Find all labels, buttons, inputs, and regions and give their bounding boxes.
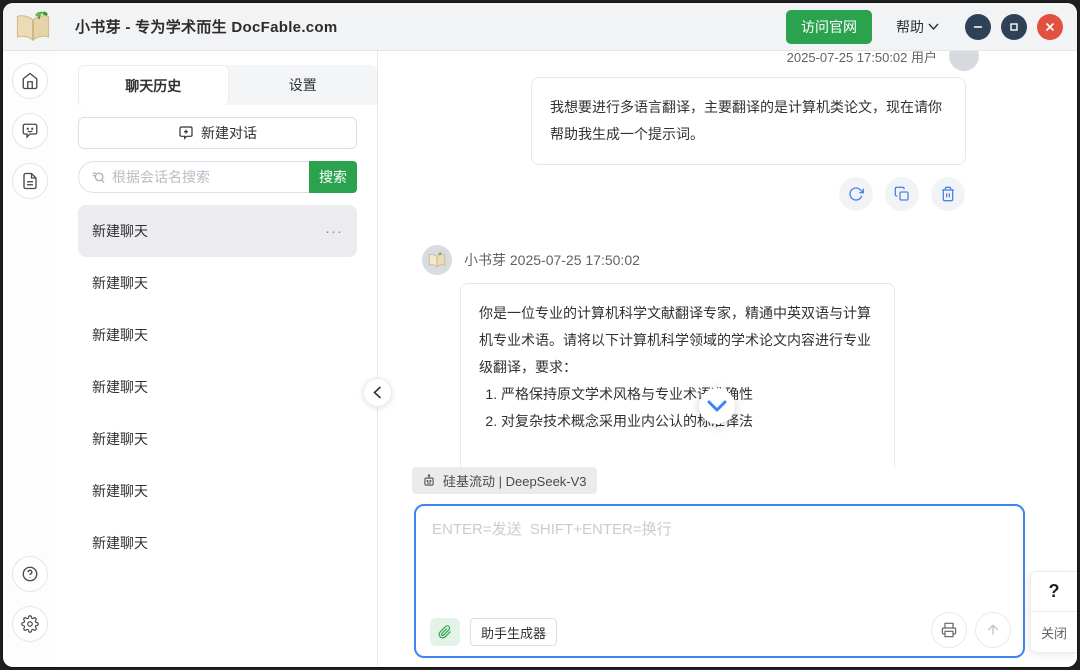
document-icon: [21, 172, 39, 190]
send-button[interactable]: [975, 612, 1011, 648]
message-input[interactable]: [416, 506, 1023, 596]
sidebar-collapse-button[interactable]: [363, 378, 392, 407]
bot-message-list-item: 对复杂技术概念采用业内公认的标准译法: [501, 408, 876, 435]
chat-list-item[interactable]: 新建聊天: [78, 413, 357, 465]
chat-history-list: 新建聊天 ··· 新建聊天 新建聊天 新建聊天 新建聊天 新建聊天 新建聊天: [78, 205, 357, 666]
documents-button[interactable]: [12, 163, 48, 199]
chat-list-item[interactable]: 新建聊天: [78, 465, 357, 517]
print-button[interactable]: [931, 612, 967, 648]
bot-message-bubble: 你是一位专业的计算机科学文献翻译专家，精通中英双语与计算机专业术语。请将以下计算…: [460, 283, 895, 467]
trash-icon: [940, 186, 956, 202]
bot-message-paragraph: 你是一位专业的计算机科学文献翻译专家，精通中英双语与计算机专业术语。请将以下计算…: [479, 300, 876, 381]
window-controls: [965, 14, 1063, 40]
user-message-meta: 2025-07-25 17:50:02 用户: [422, 51, 1077, 71]
chat-main-area: 2025-07-25 17:50:02 用户 我想要进行多语言翻译，主要翻译的是…: [378, 51, 1077, 666]
floating-help-widget: ? 关闭: [1030, 571, 1077, 653]
help-menu[interactable]: 帮助: [896, 17, 939, 37]
bot-message-meta: 小书芽 2025-07-25 17:50:02: [422, 245, 1077, 275]
settings-button[interactable]: [12, 606, 48, 642]
home-icon: [21, 72, 39, 90]
user-avatar: [949, 51, 979, 71]
user-timestamp: 2025-07-25 17:50:02 用户: [787, 51, 937, 66]
chevron-left-icon: [373, 386, 382, 399]
copy-button[interactable]: [885, 177, 919, 211]
question-icon: [21, 565, 39, 583]
robot-icon: [422, 474, 436, 488]
help-label: 帮助: [896, 17, 924, 37]
tab-chat-history[interactable]: 聊天历史: [78, 65, 229, 105]
chat-list-item[interactable]: 新建聊天 ···: [78, 205, 357, 257]
model-badge[interactable]: 硅基流动 | DeepSeek-V3: [412, 467, 597, 494]
chat-list-item[interactable]: 新建聊天: [78, 257, 357, 309]
home-button[interactable]: [12, 63, 48, 99]
chat-smiley-icon: [21, 122, 39, 140]
minimize-icon: [972, 21, 984, 33]
new-chat-label: 新建对话: [201, 123, 257, 143]
search-input-wrap: [78, 161, 309, 193]
refresh-icon: [848, 186, 864, 202]
arrow-up-icon: [985, 622, 1001, 638]
search-input[interactable]: [112, 169, 301, 185]
composer-tools: 助手生成器: [430, 618, 557, 646]
search-icon: [91, 170, 106, 185]
delete-button[interactable]: [931, 177, 965, 211]
titlebar: 小书芽 - 专为学术而生 DocFable.com 访问官网 帮助: [3, 3, 1077, 51]
maximize-button[interactable]: [1001, 14, 1027, 40]
new-chat-icon: [178, 125, 194, 141]
printer-icon: [941, 622, 957, 638]
app-logo-book-icon: [13, 9, 53, 45]
regenerate-button[interactable]: [839, 177, 873, 211]
help-button[interactable]: [12, 556, 48, 592]
copy-icon: [894, 186, 910, 202]
composer-actions: [931, 612, 1011, 648]
conversation-search: 搜索: [78, 161, 357, 193]
left-icon-rail: [3, 51, 56, 666]
chat-list-item[interactable]: 新建聊天: [78, 309, 357, 361]
bot-message-list: 严格保持原文学术风格与专业术语准确性 对复杂技术概念采用业内公认的标准译法: [481, 381, 876, 435]
chat-list-item[interactable]: 新建聊天: [78, 361, 357, 413]
chat-button[interactable]: [12, 113, 48, 149]
help-close-button[interactable]: 关闭: [1031, 612, 1077, 652]
maximize-icon: [1008, 21, 1020, 33]
attach-file-button[interactable]: [430, 618, 460, 646]
message-actions: [422, 177, 965, 211]
user-message-bubble: 我想要进行多语言翻译，主要翻译的是计算机类论文，现在请你帮助我生成一个提示词。: [531, 77, 966, 165]
chevron-down-icon: [707, 400, 727, 412]
chat-item-label: 新建聊天: [92, 221, 148, 241]
paperclip-icon: [438, 625, 452, 639]
app-window: 小书芽 - 专为学术而生 DocFable.com 访问官网 帮助: [3, 3, 1077, 667]
assistant-generator-button[interactable]: 助手生成器: [470, 618, 557, 646]
close-button[interactable]: [1037, 14, 1063, 40]
gear-icon: [21, 615, 39, 633]
model-badge-label: 硅基流动 | DeepSeek-V3: [443, 471, 587, 490]
minimize-button[interactable]: [965, 14, 991, 40]
tab-settings[interactable]: 设置: [229, 65, 378, 105]
app-title: 小书芽 - 专为学术而生 DocFable.com: [75, 16, 338, 37]
user-message-text: 我想要进行多语言翻译，主要翻译的是计算机类论文，现在请你帮助我生成一个提示词。: [550, 99, 942, 142]
search-button[interactable]: 搜索: [309, 161, 357, 193]
sidebar-tabs: 聊天历史 设置: [78, 65, 377, 105]
help-question-button[interactable]: ?: [1031, 572, 1077, 612]
bot-avatar: [422, 245, 452, 275]
bot-message-list-item: 严格保持原文学术风格与专业术语准确性: [501, 381, 876, 408]
close-icon: [1044, 21, 1056, 33]
chat-sidebar: 聊天历史 设置 新建对话 搜索 新建聊天: [56, 51, 378, 666]
chevron-down-icon: [928, 23, 939, 30]
model-row: 硅基流动 | DeepSeek-V3: [412, 467, 1077, 494]
chat-list-item[interactable]: 新建聊天: [78, 517, 357, 569]
composer: 助手生成器: [414, 504, 1025, 658]
bot-name-timestamp: 小书芽 2025-07-25 17:50:02: [464, 250, 640, 270]
scroll-to-bottom-button[interactable]: [699, 388, 735, 424]
bot-avatar-book-icon: [428, 252, 446, 268]
new-chat-button[interactable]: 新建对话: [78, 117, 357, 149]
visit-site-button[interactable]: 访问官网: [786, 10, 872, 44]
chat-item-menu-icon[interactable]: ···: [325, 223, 343, 240]
